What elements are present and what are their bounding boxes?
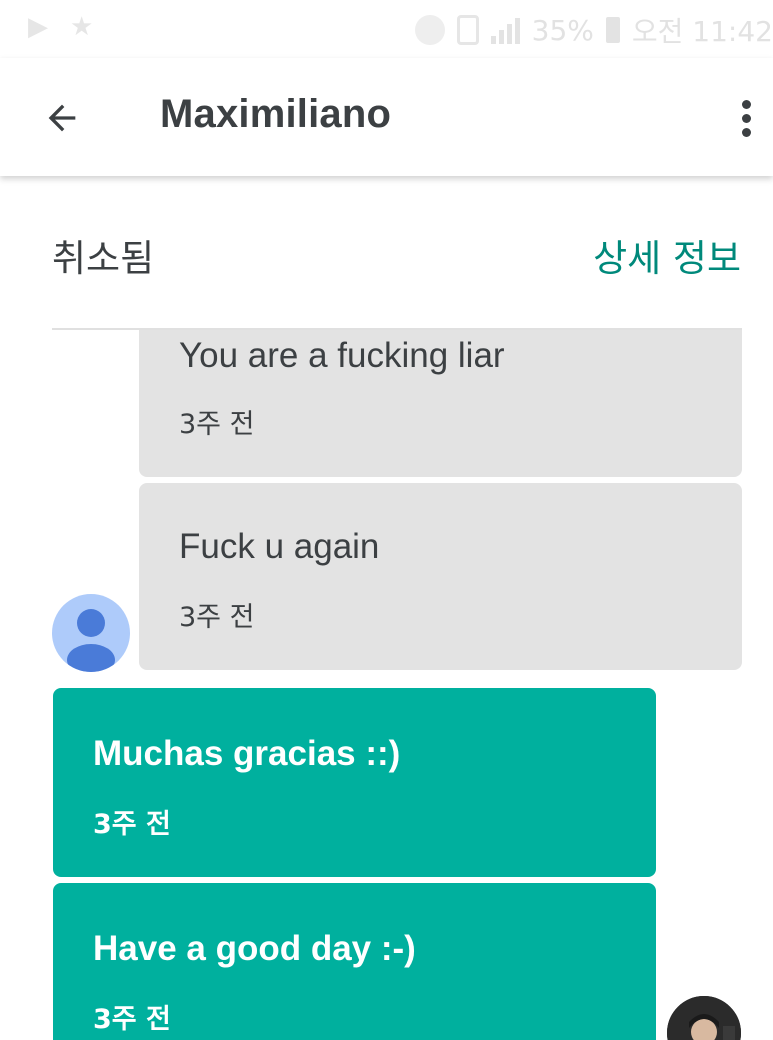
contact-name-title: Maximiliano — [160, 92, 392, 136]
message-text: Have a good day :-) — [93, 929, 416, 968]
more-vert-icon — [741, 99, 751, 109]
booking-status-text: 취소됨 — [52, 237, 155, 280]
user-photo-icon — [667, 996, 741, 1040]
notification-icons: ▶ ★ — [28, 12, 93, 42]
arrow-back-icon — [48, 104, 76, 132]
booking-status-header: 취소됨 상세 정보 — [0, 176, 773, 328]
clock: 오전 11:42 — [631, 15, 773, 48]
message-text: Fuck u again — [179, 527, 380, 566]
user-avatar[interactable] — [664, 993, 744, 1040]
app-bar: Maximiliano — [0, 58, 773, 176]
message-bubble-outgoing[interactable]: Have a good day :-) 3주 전 — [53, 883, 656, 1040]
star-icon: ★ — [70, 12, 94, 42]
message-time: 3주 전 — [179, 602, 255, 633]
message-bubble-incoming[interactable]: Fuck u again 3주 전 — [139, 483, 742, 670]
contact-avatar[interactable] — [52, 594, 130, 672]
bluetooth-icon — [414, 15, 445, 45]
status-bar: ▶ ★ 35% 오전 11:42 — [0, 0, 773, 58]
message-text: You are a fucking liar — [179, 336, 505, 375]
person-icon — [67, 609, 115, 672]
message-time: 3주 전 — [93, 809, 171, 840]
battery-icon — [605, 17, 620, 43]
play-icon: ▶ — [28, 12, 48, 42]
vibrate-icon — [456, 15, 479, 45]
signal-icon — [490, 16, 520, 44]
message-bubble-incoming[interactable]: You are a fucking liar 3주 전 — [139, 330, 742, 477]
back-button[interactable] — [34, 90, 90, 146]
message-text: Muchas gracias ::) — [93, 734, 401, 773]
more-options-button[interactable] — [724, 92, 768, 144]
status-indicators: 35% 오전 11:42 — [414, 10, 773, 50]
chat-screen: ▶ ★ 35% 오전 11:42 Maximiliano 취소됨 상세 정보 Y… — [0, 0, 773, 1040]
battery-percent: 35% — [531, 13, 594, 47]
message-bubble-outgoing[interactable]: Muchas gracias ::) 3주 전 — [53, 688, 656, 877]
message-time: 3주 전 — [179, 409, 255, 440]
message-time: 3주 전 — [93, 1004, 171, 1035]
details-link[interactable]: 상세 정보 — [593, 228, 741, 282]
